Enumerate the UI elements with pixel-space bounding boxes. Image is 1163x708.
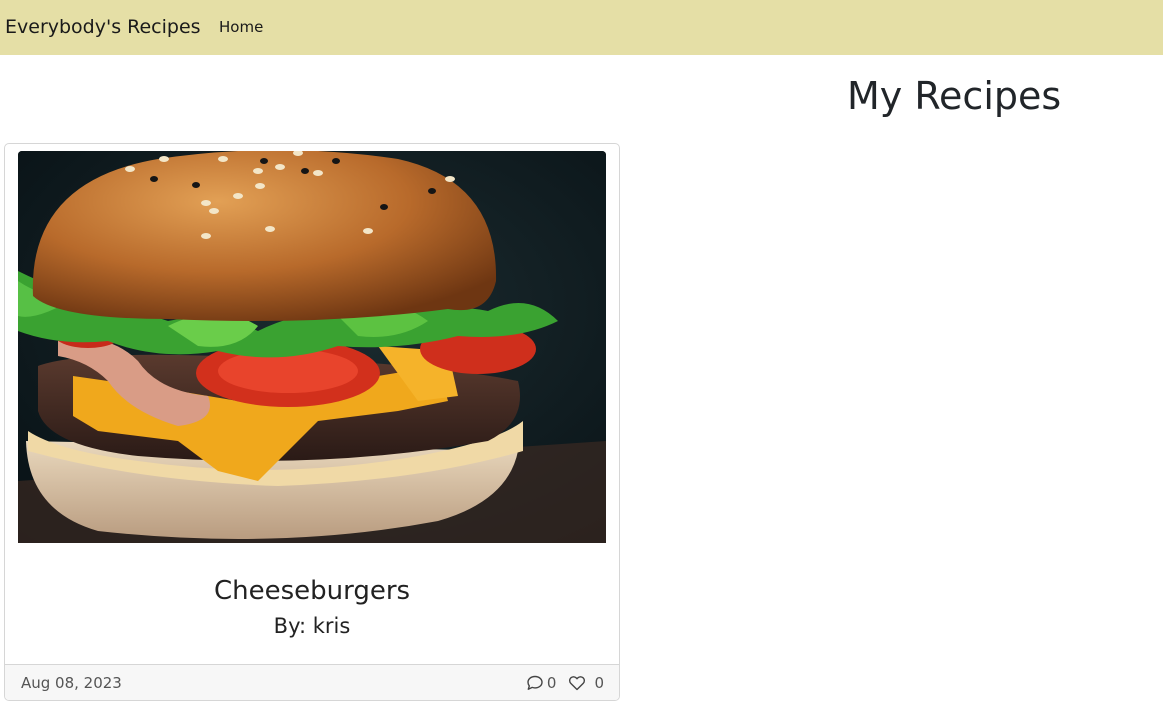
recipe-image[interactable]	[18, 151, 606, 543]
cheeseburger-image	[18, 151, 606, 543]
brand-link[interactable]: Everybody's Recipes	[5, 15, 201, 39]
recipe-author: By: kris	[273, 614, 351, 638]
heart-icon[interactable]	[568, 674, 586, 692]
nav-link-home[interactable]: Home	[219, 17, 263, 37]
recipe-date: Aug 08, 2023	[21, 674, 122, 692]
recipe-title[interactable]: Cheeseburgers	[5, 574, 619, 608]
comment-count: 0	[546, 674, 557, 692]
recipe-card[interactable]: Cheeseburgers By: kris Aug 08, 2023 0 0	[4, 143, 620, 701]
chat-bubble-icon[interactable]	[526, 674, 544, 692]
card-footer: Aug 08, 2023 0 0	[5, 664, 619, 700]
like-count: 0	[594, 674, 604, 692]
page-title: My Recipes	[847, 74, 1062, 118]
navbar: Everybody's Recipes Home	[0, 0, 1163, 55]
recipe-stats: 0 0	[526, 673, 604, 693]
